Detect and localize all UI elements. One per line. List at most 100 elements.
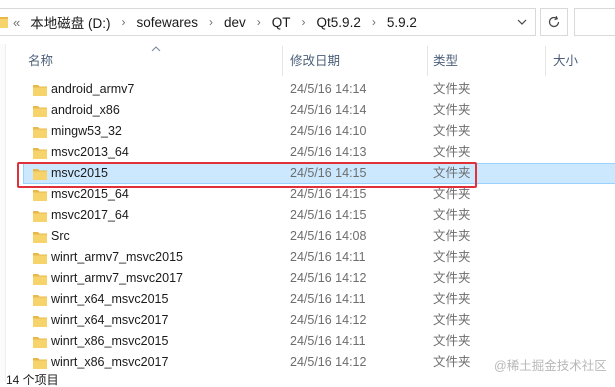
breadcrumb-separator[interactable]: › (294, 15, 314, 29)
overflow-chevron[interactable]: « (13, 15, 20, 30)
address-bar-row: « 本地磁盘 (D:) › sofewares › dev › QT › Qt5… (0, 0, 615, 44)
sort-ascending-icon (151, 46, 161, 52)
file-name[interactable]: mingw53_32 (51, 122, 122, 141)
file-name[interactable]: msvc2013_64 (51, 143, 129, 162)
file-row[interactable]: winrt_x86_msvc2015 24/5/16 14:11 文件夹 (23, 331, 615, 352)
folder-icon (33, 295, 47, 306)
status-bar-text: 14 个项目 (6, 373, 59, 387)
folder-icon (33, 127, 47, 138)
file-type: 文件夹 (433, 208, 471, 222)
file-row[interactable]: msvc2015_64 24/5/16 14:15 文件夹 (23, 184, 615, 205)
file-name[interactable]: winrt_x86_msvc2015 (51, 332, 168, 351)
folder-icon (33, 253, 47, 264)
file-date: 24/5/16 14:12 (290, 355, 367, 369)
column-header-size[interactable]: 大小 (553, 44, 578, 78)
file-date: 24/5/16 14:14 (290, 103, 367, 117)
file-type: 文件夹 (433, 355, 471, 369)
file-date: 24/5/16 14:12 (290, 313, 367, 327)
file-name[interactable]: msvc2015 (51, 164, 108, 183)
column-header-date[interactable]: 修改日期 (290, 44, 340, 78)
folder-icon (33, 316, 47, 327)
file-date: 24/5/16 14:11 (290, 292, 366, 306)
file-type: 文件夹 (433, 103, 471, 117)
column-header-type[interactable]: 类型 (433, 44, 458, 78)
folder-icon (0, 17, 8, 28)
file-date: 24/5/16 14:15 (290, 166, 367, 180)
file-name[interactable]: winrt_x64_msvc2017 (51, 311, 168, 330)
column-divider[interactable] (545, 46, 546, 76)
refresh-icon (548, 15, 560, 28)
file-row[interactable]: android_x86 24/5/16 14:14 文件夹 (23, 100, 615, 121)
file-date: 24/5/16 14:15 (290, 187, 367, 201)
breadcrumb-separator[interactable]: › (364, 15, 384, 29)
folder-icon (33, 358, 47, 369)
file-name[interactable]: winrt_armv7_msvc2017 (51, 269, 183, 288)
file-date: 24/5/16 14:12 (290, 271, 367, 285)
file-row[interactable]: winrt_armv7_msvc2015 24/5/16 14:11 文件夹 (23, 247, 615, 268)
file-type: 文件夹 (433, 271, 471, 285)
navigation-pane-edge[interactable] (0, 44, 6, 382)
file-row[interactable]: Src 24/5/16 14:08 文件夹 (23, 226, 615, 247)
file-row[interactable]: msvc2013_64 24/5/16 14:13 文件夹 (23, 142, 615, 163)
file-name[interactable]: Src (51, 227, 70, 246)
file-type: 文件夹 (433, 124, 471, 138)
folder-icon (33, 337, 47, 348)
file-row[interactable]: msvc2015 24/5/16 14:15 文件夹 (23, 163, 615, 184)
breadcrumb-dev[interactable]: dev (221, 15, 249, 30)
file-type: 文件夹 (433, 145, 471, 159)
watermark: @稀土掘金技术社区 (494, 359, 607, 373)
file-row[interactable]: mingw53_32 24/5/16 14:10 文件夹 (23, 121, 615, 142)
file-name[interactable]: android_armv7 (51, 80, 134, 99)
column-divider[interactable] (427, 46, 428, 76)
folder-icon (33, 106, 47, 117)
file-name[interactable]: msvc2015_64 (51, 185, 129, 204)
search-input[interactable] (574, 8, 615, 36)
file-name[interactable]: android_x86 (51, 101, 120, 120)
file-type: 文件夹 (433, 187, 471, 201)
file-name[interactable]: winrt_armv7_msvc2015 (51, 248, 183, 267)
file-date: 24/5/16 14:11 (290, 250, 366, 264)
address-bar[interactable]: « 本地磁盘 (D:) › sofewares › dev › QT › Qt5… (0, 8, 536, 36)
file-row[interactable]: android_armv7 24/5/16 14:14 文件夹 (23, 79, 615, 100)
breadcrumb-separator[interactable]: › (249, 15, 269, 29)
file-type: 文件夹 (433, 82, 471, 96)
breadcrumb-drive[interactable]: 本地磁盘 (D:) (27, 12, 113, 32)
breadcrumb-qt[interactable]: QT (269, 15, 294, 30)
breadcrumb-separator[interactable]: › (113, 15, 133, 29)
folder-icon (33, 211, 47, 222)
folder-icon (33, 190, 47, 201)
column-headers: 名称 修改日期 类型 大小 (14, 44, 615, 78)
breadcrumb-592[interactable]: 5.9.2 (384, 15, 420, 30)
file-date: 24/5/16 14:10 (290, 124, 367, 138)
file-name[interactable]: msvc2017_64 (51, 206, 129, 225)
file-date: 24/5/16 14:11 (290, 334, 366, 348)
folder-icon (33, 169, 47, 180)
column-header-name[interactable]: 名称 (28, 44, 53, 78)
folder-icon (33, 148, 47, 159)
file-type: 文件夹 (433, 250, 471, 264)
chevron-down-icon (517, 19, 527, 25)
breadcrumb-sofewares[interactable]: sofewares (133, 15, 201, 30)
file-row[interactable]: winrt_x64_msvc2015 24/5/16 14:11 文件夹 (23, 289, 615, 310)
file-row[interactable]: winrt_armv7_msvc2017 24/5/16 14:12 文件夹 (23, 268, 615, 289)
folder-icon (33, 274, 47, 285)
refresh-button[interactable] (540, 8, 568, 36)
column-divider[interactable] (282, 46, 283, 76)
breadcrumb-qt592[interactable]: Qt5.9.2 (314, 15, 364, 30)
file-type: 文件夹 (433, 334, 471, 348)
file-type: 文件夹 (433, 292, 471, 306)
file-name[interactable]: winrt_x64_msvc2015 (51, 290, 168, 309)
file-date: 24/5/16 14:14 (290, 82, 367, 96)
file-date: 24/5/16 14:08 (290, 229, 367, 243)
folder-icon (33, 232, 47, 243)
file-row[interactable]: msvc2017_64 24/5/16 14:15 文件夹 (23, 205, 615, 226)
breadcrumb-separator[interactable]: › (201, 15, 221, 29)
file-name[interactable]: winrt_x86_msvc2017 (51, 353, 168, 372)
file-type: 文件夹 (433, 313, 471, 327)
file-type: 文件夹 (433, 229, 471, 243)
address-dropdown-button[interactable] (509, 9, 535, 35)
folder-icon (33, 85, 47, 96)
file-date: 24/5/16 14:15 (290, 208, 367, 222)
file-date: 24/5/16 14:13 (290, 145, 367, 159)
file-row[interactable]: winrt_x64_msvc2017 24/5/16 14:12 文件夹 (23, 310, 615, 331)
